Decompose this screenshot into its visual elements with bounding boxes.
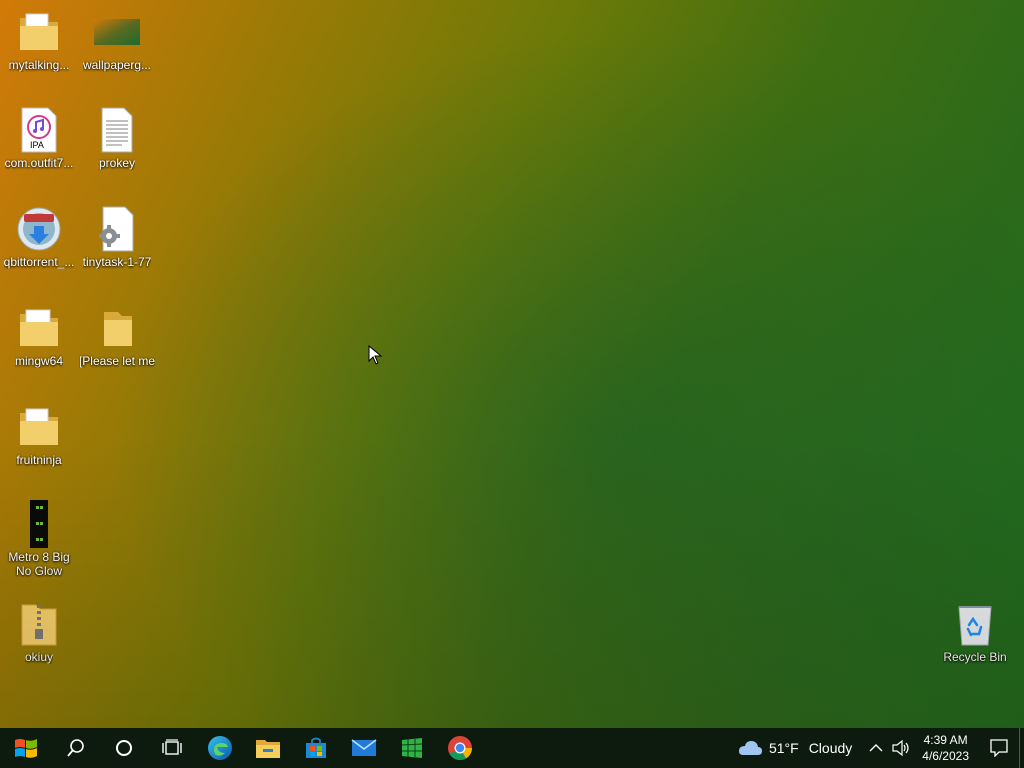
app-icon xyxy=(401,738,423,758)
taskbar-store[interactable] xyxy=(292,728,340,768)
cortana-button[interactable] xyxy=(100,728,148,768)
image-strip-icon xyxy=(15,500,63,548)
desktop-icon-label: okiuy xyxy=(24,650,53,664)
weather-condition: Cloudy xyxy=(808,740,853,756)
desktop-icon-label: qbittorrent_... xyxy=(3,255,75,269)
clock-date: 4/6/2023 xyxy=(922,749,969,763)
installer-disc-icon xyxy=(15,205,63,253)
desktop-icon-prokey[interactable]: prokey xyxy=(78,106,156,170)
desktop-icon-label: Metro 8 Big No Glow xyxy=(8,550,70,578)
desktop-icon-recycle-bin[interactable]: Recycle Bin xyxy=(936,600,1014,664)
desktop-icon-label: prokey xyxy=(98,156,136,170)
desktop-icon-label: Recycle Bin xyxy=(943,650,1007,664)
desktop-icon-ipa[interactable]: IPA com.outfit7... xyxy=(0,106,78,170)
mouse-pointer-icon xyxy=(368,344,383,370)
notification-icon xyxy=(990,739,1008,757)
folder-icon xyxy=(15,403,63,451)
show-hidden-icons-button[interactable] xyxy=(864,728,888,768)
taskbar-mail[interactable] xyxy=(340,728,388,768)
weather-widget[interactable]: 51°F Cloudy xyxy=(737,739,852,757)
folder-icon xyxy=(93,304,141,352)
zip-folder-icon xyxy=(15,600,63,648)
search-icon xyxy=(67,739,84,757)
chevron-up-icon xyxy=(869,744,883,752)
desktop-icon-qbittorrent[interactable]: qbittorrent_... xyxy=(0,205,78,269)
mail-icon xyxy=(351,739,377,756)
chrome-icon xyxy=(448,736,472,761)
clock[interactable]: 4:39 AM 4/6/2023 xyxy=(922,732,969,764)
volume-button[interactable] xyxy=(888,728,914,768)
taskbar-app[interactable] xyxy=(388,728,436,768)
settings-file-icon xyxy=(93,205,141,253)
desktop-icon-label: mingw64 xyxy=(14,354,64,368)
cloud-icon xyxy=(738,741,762,755)
desktop-icon-please-let-me[interactable]: [Please let me xyxy=(78,304,156,368)
desktop-icon-label: com.outfit7... xyxy=(4,156,74,170)
task-view-button[interactable] xyxy=(148,728,196,768)
ipa-badge: IPA xyxy=(30,140,44,150)
folder-icon xyxy=(15,8,63,56)
cortana-icon xyxy=(116,740,132,756)
action-center-button[interactable] xyxy=(979,728,1019,768)
desktop-icon-label: mytalking... xyxy=(8,58,70,72)
desktop-icon-mytalking[interactable]: mytalking... xyxy=(0,8,78,72)
desktop-icon-wallpaperg[interactable]: wallpaperg... xyxy=(78,8,156,72)
taskbar-file-explorer[interactable] xyxy=(244,728,292,768)
image-file-icon xyxy=(93,8,141,56)
weather-temperature: 51°F xyxy=(768,740,799,756)
store-icon xyxy=(306,737,326,758)
text-file-icon xyxy=(93,106,141,154)
folder-icon xyxy=(15,304,63,352)
desktop-icon-tinytask[interactable]: tinytask-1-77 xyxy=(78,205,156,269)
start-button[interactable] xyxy=(0,728,52,768)
clock-time: 4:39 AM xyxy=(923,733,968,747)
search-button[interactable] xyxy=(52,728,100,768)
desktop-icon-label: fruitninja xyxy=(16,453,62,467)
recycle-bin-icon xyxy=(951,600,999,648)
windows-logo-icon xyxy=(15,739,37,758)
desktop-icon-metro8[interactable]: Metro 8 Big No Glow xyxy=(0,500,78,578)
system-tray: 51°F Cloudy 4:39 AM 4/6/2023 xyxy=(737,728,1024,768)
desktop-icon-label: tinytask-1-77 xyxy=(82,255,152,269)
taskbar-edge[interactable] xyxy=(196,728,244,768)
taskbar-chrome[interactable] xyxy=(436,728,484,768)
taskbar: 51°F Cloudy 4:39 AM 4/6/2023 xyxy=(0,728,1024,768)
show-desktop-button[interactable] xyxy=(1019,728,1024,768)
desktop-icon-okiuy[interactable]: okiuy xyxy=(0,600,78,664)
desktop-icon-mingw64[interactable]: mingw64 xyxy=(0,304,78,368)
desktop-icon-fruitninja[interactable]: fruitninja xyxy=(0,403,78,467)
volume-icon xyxy=(892,740,909,756)
file-explorer-icon xyxy=(256,740,280,758)
task-view-icon xyxy=(162,739,182,755)
desktop-icon-label: wallpaperg... xyxy=(82,58,152,72)
desktop-background[interactable]: mytalking... wallpaperg... IPA com.outfi… xyxy=(0,0,1024,728)
desktop-icon-label: [Please let me xyxy=(78,354,156,368)
edge-icon xyxy=(208,736,232,760)
